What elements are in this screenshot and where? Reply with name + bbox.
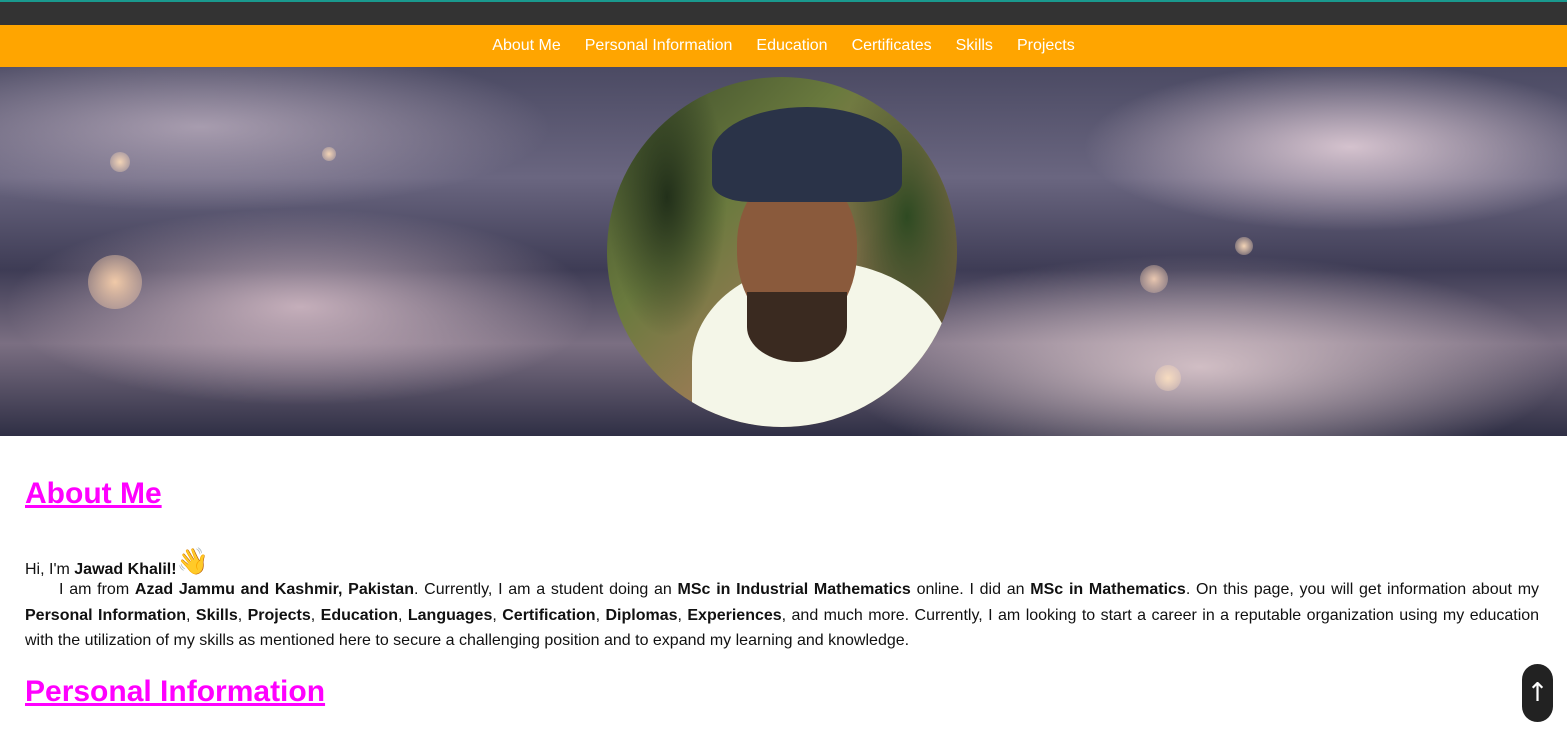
greeting-prefix: Hi, I'm xyxy=(25,561,75,578)
nav-projects[interactable]: Projects xyxy=(1005,25,1087,67)
nav-about-me[interactable]: About Me xyxy=(480,25,572,67)
profile-avatar xyxy=(607,77,957,427)
nav-certificates[interactable]: Certificates xyxy=(840,25,944,67)
bokeh-light xyxy=(322,147,336,161)
bokeh-light xyxy=(1235,237,1253,255)
author-name: Jawad Khalil! xyxy=(74,561,177,578)
nav-skills[interactable]: Skills xyxy=(944,25,1005,67)
nav-personal-information[interactable]: Personal Information xyxy=(573,25,745,67)
main-nav: About Me Personal Information Education … xyxy=(0,25,1567,67)
about-me-heading: About Me xyxy=(25,477,162,510)
bokeh-light xyxy=(88,255,142,309)
personal-information-heading: Personal Information xyxy=(25,675,326,708)
waving-hand-icon: 👋 xyxy=(176,546,209,576)
back-to-top-button[interactable]: ↑ xyxy=(1522,664,1553,722)
bokeh-light xyxy=(1140,265,1168,293)
arrow-up-icon: ↑ xyxy=(1526,678,1549,708)
bokeh-light xyxy=(1155,365,1181,391)
nav-education[interactable]: Education xyxy=(744,25,839,67)
bokeh-light xyxy=(110,152,130,172)
top-bar xyxy=(0,0,1567,25)
about-paragraph: I am from Azad Jammu and Kashmir, Pakist… xyxy=(25,581,1540,649)
